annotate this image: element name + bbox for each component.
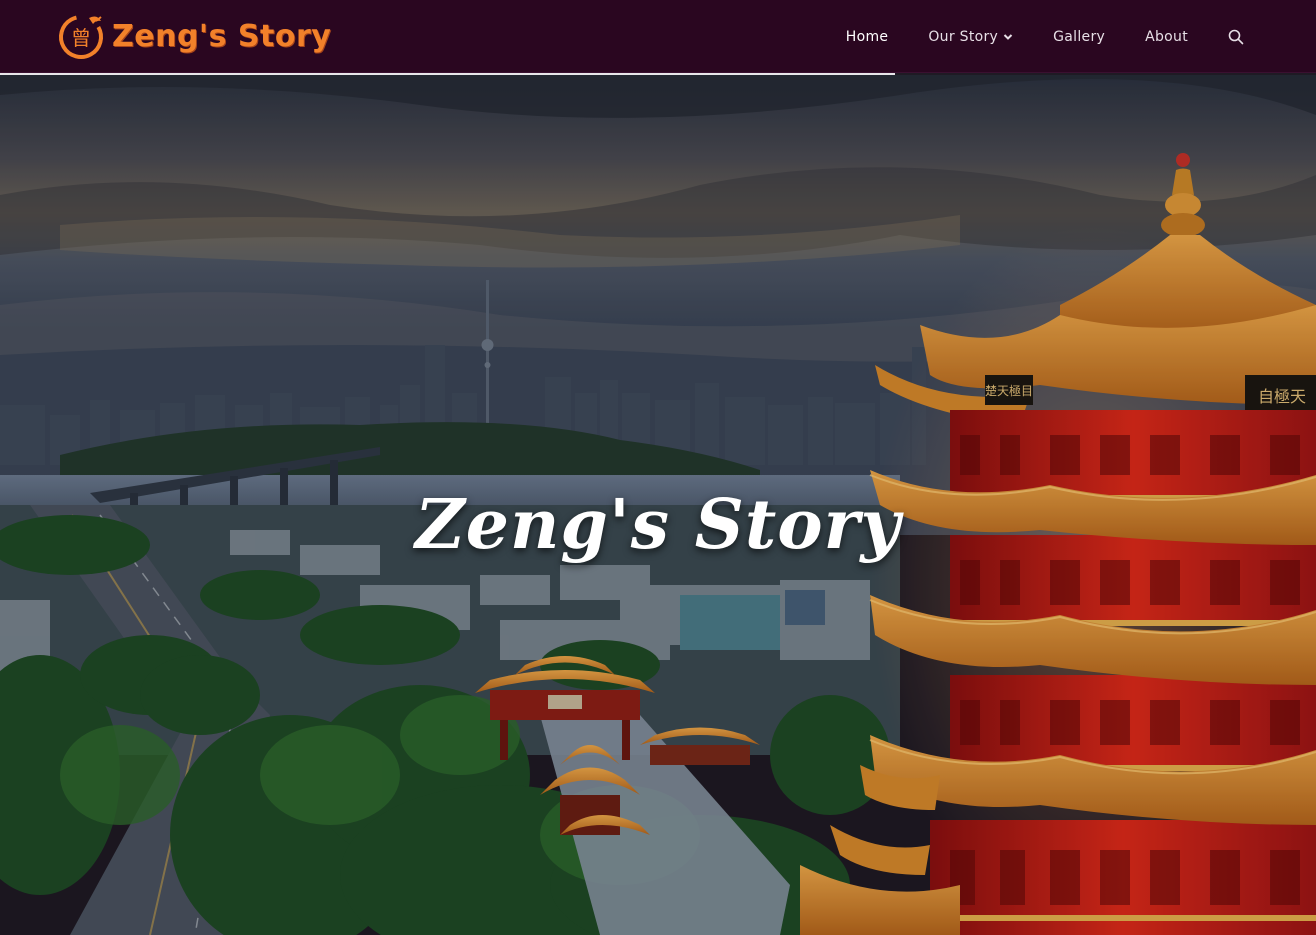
main-nav: Home Our Story Gallery About (846, 0, 1244, 73)
scroll-progress-bar (0, 73, 1316, 75)
nav-our-story[interactable]: Our Story (928, 29, 1013, 45)
brand-logo-link[interactable]: 曾 Zeng's Story (56, 10, 331, 62)
nav-about[interactable]: About (1145, 29, 1188, 45)
site-header: 曾 Zeng's Story Home Our Story Gallery Ab… (0, 0, 1316, 73)
nav-about-label: About (1145, 28, 1188, 45)
chevron-down-icon (1003, 33, 1013, 40)
hero-banner: 楚天極目 自極天 Zeng's Story (0, 75, 1316, 935)
nav-gallery-label: Gallery (1053, 28, 1106, 45)
search-icon[interactable] (1228, 29, 1244, 45)
nav-gallery[interactable]: Gallery (1053, 29, 1105, 45)
hero-title: Zeng's Story (415, 485, 901, 565)
brand-name: Zeng's Story (112, 18, 332, 54)
nav-home-label: Home (845, 28, 889, 45)
scroll-progress-fill (0, 73, 895, 75)
dragon-emblem-icon: 曾 (59, 15, 103, 59)
nav-home[interactable]: Home (846, 29, 889, 45)
emblem-glyph: 曾 (71, 26, 91, 50)
nav-our-story-label: Our Story (928, 28, 999, 45)
